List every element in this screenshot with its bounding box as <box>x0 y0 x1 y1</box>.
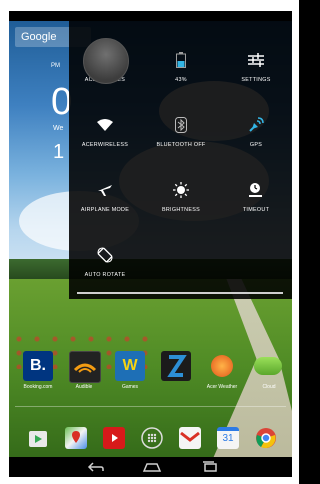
gmail-icon[interactable] <box>179 427 201 449</box>
app-label: Acer Weather <box>206 384 238 390</box>
chrome-icon[interactable] <box>255 427 277 449</box>
tile-label: BLUETOOTH OFF <box>156 142 206 148</box>
tile-settings[interactable]: SETTINGS <box>220 29 292 89</box>
airplane-icon <box>96 181 114 199</box>
tile-acer-guides[interactable]: ACER GUIDES <box>69 29 141 89</box>
tablet-screen: Google PM 0 We 1 B. Booking.com Audible … <box>9 11 292 477</box>
calendar-icon[interactable]: 31 <box>217 427 239 449</box>
tile-label: GPS <box>249 142 263 148</box>
panel-drag-handle[interactable] <box>77 292 283 294</box>
device-frame: Google PM 0 We 1 B. Booking.com Audible … <box>0 0 299 484</box>
recents-icon <box>203 461 217 472</box>
tile-battery[interactable]: 43% <box>145 29 217 89</box>
app-label: Games <box>121 384 139 390</box>
calendar-date: 31 <box>222 433 234 444</box>
tile-label: SETTINGS <box>241 77 271 83</box>
app-drawer-icon[interactable] <box>141 427 163 449</box>
tile-label: AIRPLANE MODE <box>80 207 130 213</box>
bluetooth-icon <box>172 116 190 134</box>
home-icon <box>142 463 162 472</box>
timeout-icon <box>247 181 265 199</box>
back-icon <box>87 462 104 472</box>
brightness-icon <box>172 181 190 199</box>
tile-timeout[interactable]: TIMEOUT <box>220 159 292 219</box>
clock-day: We <box>53 125 64 132</box>
navigation-bar <box>9 457 292 477</box>
battery-icon <box>172 51 190 69</box>
tile-bluetooth[interactable]: BLUETOOTH OFF <box>145 94 217 154</box>
booking-app-icon[interactable]: B. <box>23 351 53 381</box>
tile-airplane[interactable]: AIRPLANE MODE <box>69 159 141 219</box>
zinio-app-icon[interactable] <box>161 351 191 381</box>
home-button[interactable] <box>137 457 167 477</box>
wifi-icon <box>96 116 114 134</box>
app-label: Audible <box>75 384 93 390</box>
avatar-icon <box>83 38 129 84</box>
clock-date: 1 <box>53 141 65 163</box>
dock-divider <box>15 406 286 407</box>
gps-icon <box>247 116 265 134</box>
weather-app-icon[interactable] <box>207 351 237 381</box>
settings-sliders-icon <box>247 51 265 69</box>
tile-label: BRIGHTNESS <box>161 207 201 213</box>
maps-icon[interactable] <box>65 427 87 449</box>
wordsearch-app-icon[interactable]: W <box>115 351 145 381</box>
app-label: Cloud <box>262 384 276 390</box>
quick-settings-panel: ACER GUIDES 43% SETTINGS <box>69 21 292 299</box>
tile-gps[interactable]: GPS <box>220 94 292 154</box>
tile-wifi[interactable]: ACERWIRELESS <box>69 94 141 154</box>
youtube-icon[interactable] <box>103 427 125 449</box>
app-label: Booking.com <box>23 384 53 390</box>
tile-label: 43% <box>175 77 187 83</box>
tile-auto-rotate[interactable]: AUTO ROTATE <box>69 224 141 284</box>
rotate-icon <box>96 246 114 264</box>
tile-label: ACERWIRELESS <box>81 142 129 148</box>
play-store-icon[interactable] <box>27 427 49 449</box>
tile-label: AUTO ROTATE <box>84 272 126 278</box>
audible-app-icon[interactable] <box>69 351 101 383</box>
cloud-app-icon[interactable] <box>254 351 284 381</box>
recents-button[interactable] <box>195 457 225 477</box>
back-button[interactable] <box>81 457 111 477</box>
clock-ampm: PM <box>51 63 60 69</box>
status-bar[interactable] <box>9 11 292 21</box>
tile-label: TIMEOUT <box>242 207 270 213</box>
tile-brightness[interactable]: BRIGHTNESS <box>145 159 217 219</box>
